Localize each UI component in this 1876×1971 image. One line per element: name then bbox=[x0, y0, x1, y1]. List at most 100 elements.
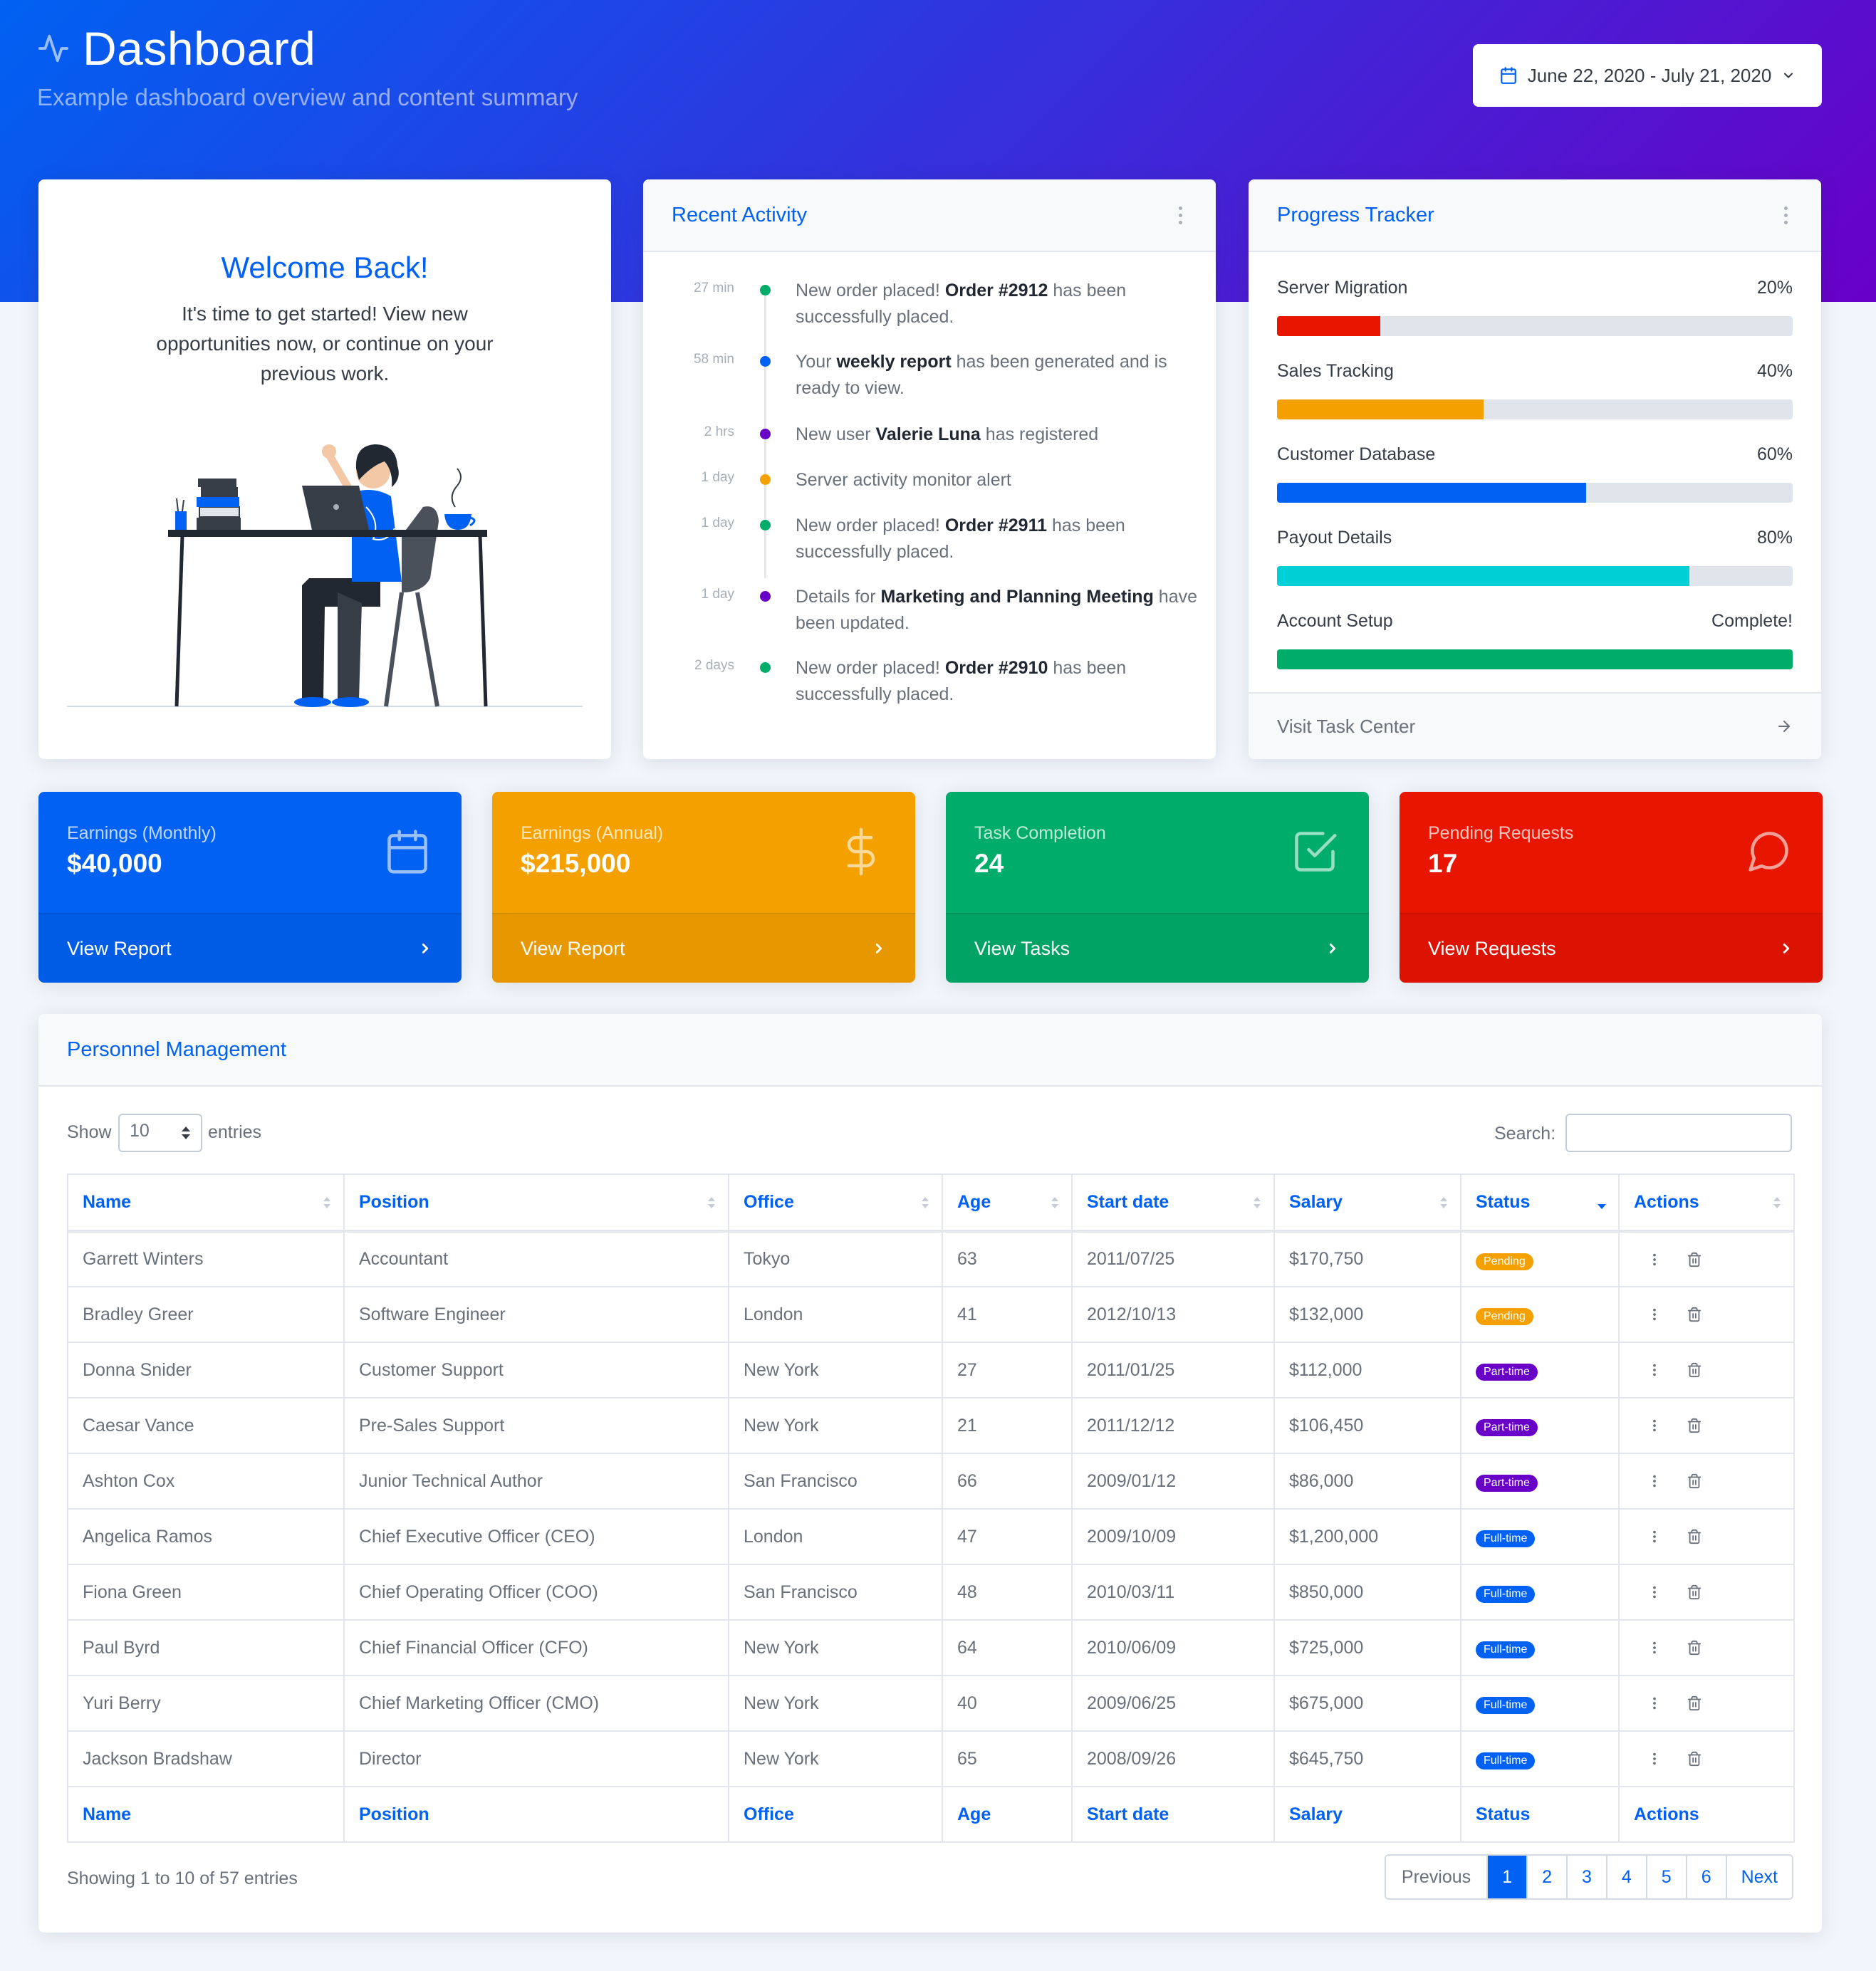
more-vertical-icon[interactable] bbox=[1647, 1694, 1662, 1713]
pagination-page[interactable]: 2 bbox=[1526, 1856, 1566, 1898]
cell-status: Part-time bbox=[1460, 1453, 1620, 1510]
trash-icon[interactable] bbox=[1687, 1472, 1702, 1490]
activity-dot bbox=[760, 591, 771, 602]
status-badge: Full-time bbox=[1476, 1697, 1536, 1714]
activity-dot bbox=[760, 356, 771, 367]
trash-icon[interactable] bbox=[1687, 1583, 1702, 1601]
table-row: Ashton Cox Junior Technical Author San Fra… bbox=[67, 1453, 1795, 1510]
activity-text-bold[interactable]: Marketing and Planning Meeting bbox=[880, 587, 1153, 607]
cell-name: Donna Snider bbox=[67, 1342, 345, 1398]
pagination-page[interactable]: 4 bbox=[1605, 1856, 1646, 1898]
activity-dot bbox=[760, 662, 771, 673]
more-vertical-icon[interactable] bbox=[1647, 1527, 1662, 1546]
trash-icon[interactable] bbox=[1687, 1361, 1702, 1379]
progress-value: 20% bbox=[1756, 278, 1793, 298]
visit-task-center-label: Visit Task Center bbox=[1277, 715, 1416, 737]
entries-select[interactable]: 10 bbox=[118, 1114, 202, 1152]
stat-link-label: View Report bbox=[521, 937, 625, 959]
cell-start: 2011/01/25 bbox=[1071, 1342, 1275, 1398]
row-actions bbox=[1634, 1527, 1779, 1546]
cell-status: Part-time bbox=[1460, 1342, 1620, 1398]
cell-actions bbox=[1618, 1230, 1795, 1287]
stat-card: Task Completion 24 View Tasks bbox=[946, 792, 1369, 983]
search-input[interactable] bbox=[1565, 1114, 1792, 1152]
recent-activity-card: Recent Activity 27 min New order placed! … bbox=[643, 179, 1216, 759]
trash-icon[interactable] bbox=[1687, 1250, 1702, 1269]
pagination-next[interactable]: Next bbox=[1725, 1856, 1792, 1898]
column-header[interactable]: Salary bbox=[1273, 1173, 1461, 1233]
activity-text-bold[interactable]: Order #2910 bbox=[945, 658, 1048, 678]
column-footer: Actions bbox=[1618, 1786, 1795, 1843]
cell-position: Accountant bbox=[343, 1230, 729, 1287]
more-vertical-icon[interactable] bbox=[1778, 201, 1793, 229]
stat-card-link[interactable]: View Report bbox=[492, 913, 915, 983]
chevron-right-icon bbox=[422, 943, 429, 953]
more-vertical-icon[interactable] bbox=[1647, 1472, 1662, 1490]
stat-card-link[interactable]: View Requests bbox=[1400, 913, 1823, 983]
desk-illustration bbox=[67, 444, 583, 707]
date-range-picker[interactable]: June 22, 2020 - July 21, 2020 bbox=[1473, 44, 1822, 107]
more-vertical-icon[interactable] bbox=[1647, 1583, 1662, 1601]
progress-label: Customer Database bbox=[1277, 444, 1436, 464]
more-vertical-icon[interactable] bbox=[1173, 201, 1187, 229]
column-header[interactable]: Position bbox=[343, 1173, 729, 1233]
pagination-page[interactable]: 6 bbox=[1685, 1856, 1726, 1898]
activity-time: 1 day bbox=[701, 470, 734, 485]
activity-dot bbox=[760, 285, 771, 296]
activity-icon bbox=[38, 34, 69, 63]
progress-bar-fill bbox=[1277, 483, 1587, 503]
welcome-text: It's time to get started! View new oppor… bbox=[156, 303, 494, 385]
stat-card-body: Task Completion 24 bbox=[946, 792, 1369, 913]
cell-actions bbox=[1618, 1286, 1795, 1343]
stat-card-body: Earnings (Annual) $215,000 bbox=[492, 792, 915, 913]
trash-icon[interactable] bbox=[1687, 1638, 1702, 1657]
table-row: Jackson Bradshaw Director New York 65 2008/0… bbox=[67, 1730, 1795, 1787]
column-header[interactable]: Actions bbox=[1618, 1173, 1795, 1233]
stat-card-link[interactable]: View Report bbox=[38, 913, 462, 983]
cell-salary: $850,000 bbox=[1273, 1564, 1461, 1621]
activity-text-bold[interactable]: weekly report bbox=[836, 352, 951, 372]
cell-actions bbox=[1618, 1453, 1795, 1510]
column-header[interactable]: Status bbox=[1460, 1173, 1620, 1233]
stat-label: Pending Requests bbox=[1428, 823, 1574, 843]
dollar-icon bbox=[847, 827, 875, 876]
column-header[interactable]: Name bbox=[67, 1173, 345, 1233]
activity-text-bold[interactable]: Order #2912 bbox=[945, 281, 1048, 300]
more-vertical-icon[interactable] bbox=[1647, 1305, 1662, 1324]
more-vertical-icon[interactable] bbox=[1647, 1250, 1662, 1269]
personnel-table: Name Position Office Age Start date Salary Sta… bbox=[67, 1173, 1795, 1843]
more-vertical-icon[interactable] bbox=[1647, 1750, 1662, 1768]
trash-icon[interactable] bbox=[1687, 1527, 1702, 1546]
cell-office: Tokyo bbox=[728, 1230, 943, 1287]
pagination-page[interactable]: 1 bbox=[1486, 1856, 1527, 1898]
status-badge: Part-time bbox=[1476, 1419, 1538, 1436]
column-header[interactable]: Office bbox=[728, 1173, 943, 1233]
trash-icon[interactable] bbox=[1687, 1416, 1702, 1435]
trash-icon[interactable] bbox=[1687, 1694, 1702, 1713]
more-vertical-icon[interactable] bbox=[1647, 1638, 1662, 1657]
cell-age: 47 bbox=[942, 1508, 1073, 1565]
chevron-down-icon bbox=[1784, 73, 1793, 78]
activity-text-bold[interactable]: Order #2911 bbox=[945, 516, 1047, 535]
pagination-previous[interactable]: Previous bbox=[1385, 1856, 1487, 1898]
progress-tracker-title: Progress Tracker bbox=[1277, 203, 1434, 226]
table-row: Donna Snider Customer Support New York 27 20… bbox=[67, 1342, 1795, 1398]
column-header[interactable]: Start date bbox=[1071, 1173, 1275, 1233]
more-vertical-icon[interactable] bbox=[1647, 1416, 1662, 1435]
activity-text: New order placed! Order #2910 has been s… bbox=[796, 655, 1202, 708]
page-subtitle: Example dashboard overview and content s… bbox=[37, 84, 578, 110]
cell-office: London bbox=[728, 1508, 943, 1565]
stat-card-link[interactable]: View Tasks bbox=[946, 913, 1369, 983]
trash-icon[interactable] bbox=[1687, 1305, 1702, 1324]
visit-task-center-link[interactable]: Visit Task Center bbox=[1249, 692, 1821, 759]
progress-value: 40% bbox=[1756, 361, 1793, 381]
column-header[interactable]: Age bbox=[942, 1173, 1073, 1233]
activity-text-bold[interactable]: Valerie Luna bbox=[876, 424, 981, 444]
pagination-page[interactable]: 3 bbox=[1565, 1856, 1606, 1898]
trash-icon[interactable] bbox=[1687, 1750, 1702, 1768]
activity-text: New user Valerie Luna has registered bbox=[796, 422, 1202, 448]
table-row: Yuri Berry Chief Marketing Officer (CMO) N… bbox=[67, 1675, 1795, 1732]
cell-office: New York bbox=[728, 1619, 943, 1676]
pagination-page[interactable]: 5 bbox=[1645, 1856, 1686, 1898]
more-vertical-icon[interactable] bbox=[1647, 1361, 1662, 1379]
